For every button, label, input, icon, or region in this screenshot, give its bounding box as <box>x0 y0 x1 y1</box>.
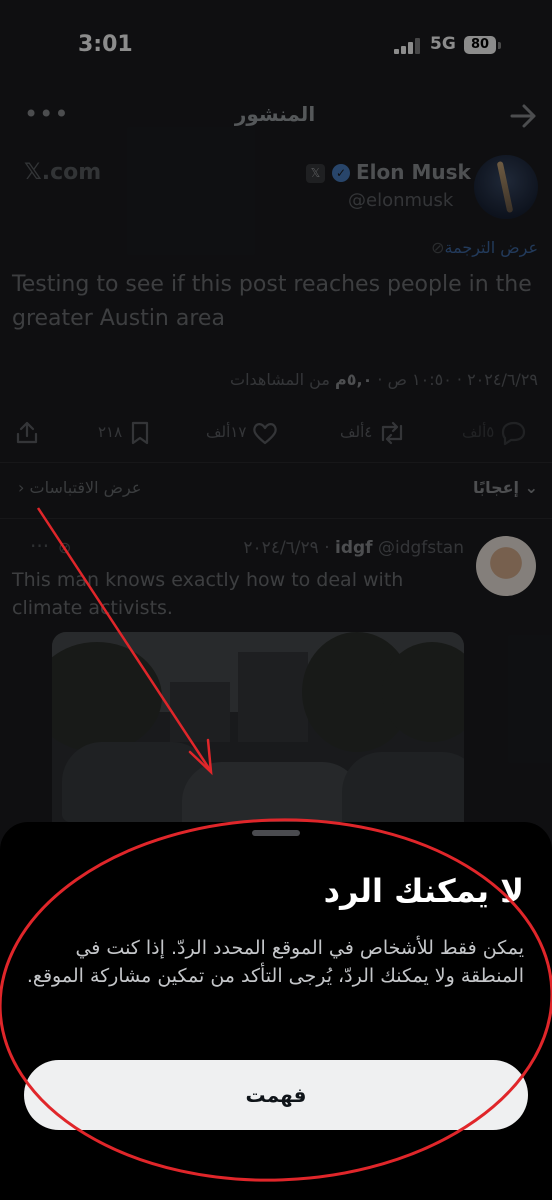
sheet-message: يمكن فقط للأشخاص في الموقع المحدد الردّ.… <box>26 937 524 987</box>
app-screen: 3:01 5G 80 ••• المنشور 𝕏.com Elon Musk ✓… <box>0 0 552 1200</box>
sheet-grabber[interactable] <box>252 830 300 836</box>
bottom-sheet: لا يمكنك الرد يمكن فقط للأشخاص في الموقع… <box>0 822 552 1200</box>
sheet-title: لا يمكنك الرد <box>323 872 524 910</box>
got-it-button[interactable]: فهمت <box>24 1060 528 1130</box>
